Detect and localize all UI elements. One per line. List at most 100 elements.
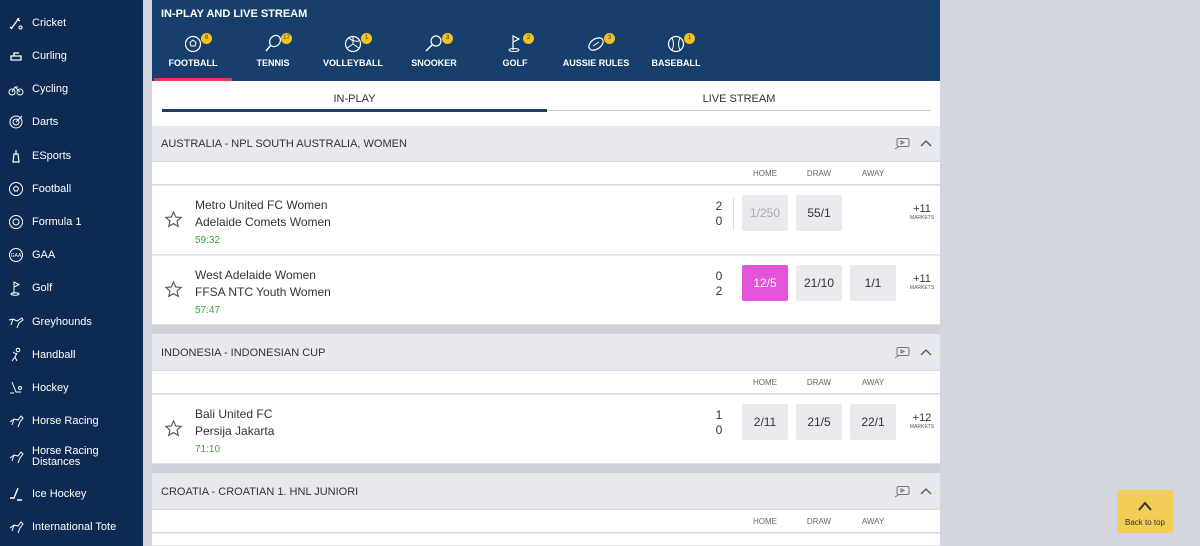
markets-label: MARKETS xyxy=(909,215,935,221)
sidebar-item-esports[interactable]: ESports xyxy=(0,149,143,163)
sidebar-item-label: International Tote xyxy=(32,520,117,533)
sidebar-item-horse-racing-distances[interactable]: Horse Racing Distances xyxy=(0,446,143,468)
cycling-icon xyxy=(8,86,24,96)
football-icon xyxy=(184,35,202,53)
star-icon[interactable] xyxy=(164,280,183,299)
ice-hockey-icon xyxy=(10,487,22,501)
star-icon[interactable] xyxy=(164,419,183,438)
baseball-icon xyxy=(667,35,685,53)
sidebar-item-label: GAA xyxy=(32,248,56,261)
odds-away-button[interactable]: 1/1 xyxy=(850,265,896,301)
odds-home-button[interactable]: 2/11 xyxy=(742,404,788,440)
chevron-up-icon[interactable] xyxy=(920,138,932,148)
page-title: IN-PLAY AND LIVE STREAM xyxy=(161,8,308,20)
odds-draw-button[interactable]: 55/1 xyxy=(796,195,842,231)
darts-icon xyxy=(9,115,23,129)
sport-tab-label: TENNIS xyxy=(256,58,290,68)
col-home: HOME xyxy=(753,169,777,178)
odds-draw-button[interactable]: 21/5 xyxy=(796,404,842,440)
curling-icon xyxy=(10,52,22,61)
sport-tab-aussie-rules[interactable]: 3 AUSSIE RULES xyxy=(560,33,632,81)
sport-tab-volleyball[interactable]: 1 VOLLEYBALL xyxy=(320,33,386,81)
sidebar-item-label-line2: Distances xyxy=(32,456,81,468)
sidebar-item-handball[interactable]: Handball xyxy=(0,347,143,362)
odds-home-button[interactable]: 1/250 xyxy=(742,195,788,231)
sidebar-item-label: Greyhounds xyxy=(32,315,92,328)
sidebar-item-cricket[interactable]: Cricket xyxy=(0,16,143,30)
sidebar-item-ice-hockey[interactable]: Ice Hockey xyxy=(0,487,143,501)
tab-inplay[interactable]: IN-PLAY xyxy=(162,93,547,105)
odds-away-button[interactable]: 22/1 xyxy=(850,404,896,440)
live-stream-icon xyxy=(894,138,910,150)
odds-home-button[interactable]: 12/5 xyxy=(742,265,788,301)
match-row[interactable]: Bali United FC Persija Jakarta 71:10 1 0… xyxy=(152,395,940,464)
sidebar-item-label: Golf xyxy=(32,281,53,294)
sidebar-item-cycling[interactable]: Cycling xyxy=(0,82,143,96)
league-header[interactable]: INDONESIA - INDONESIAN CUP xyxy=(152,335,940,371)
away-score: 2 xyxy=(715,284,723,298)
sidebar-item-label: ESports xyxy=(32,149,72,162)
chevron-up-icon[interactable] xyxy=(920,486,932,496)
star-icon[interactable] xyxy=(164,210,183,229)
match-row[interactable]: West Adelaide Women FFSA NTC Youth Women… xyxy=(152,256,940,325)
inplay-header: IN-PLAY AND LIVE STREAM 8 FOOTBALL 17 TE… xyxy=(152,0,940,81)
tennis-icon xyxy=(265,34,282,52)
sport-tab-golf[interactable]: 2 GOLF xyxy=(490,33,540,81)
sidebar-item-international-tote[interactable]: International Tote xyxy=(0,520,143,534)
tab-live-stream[interactable]: LIVE STREAM xyxy=(547,93,931,105)
sport-count-badge: 3 xyxy=(442,33,453,44)
sidebar-item-formula1[interactable]: Formula 1 xyxy=(0,215,143,229)
more-markets-link[interactable]: +11 MARKETS xyxy=(904,203,940,222)
sidebar-item-horse-racing[interactable]: Horse Racing xyxy=(0,414,143,428)
sport-tab-label: SNOOKER xyxy=(411,58,457,68)
sidebar-item-hockey[interactable]: Hockey xyxy=(0,381,143,395)
golf-icon xyxy=(10,281,21,296)
sidebar-item-darts[interactable]: Darts xyxy=(0,115,143,129)
home-score: 2 xyxy=(715,199,723,213)
league-header[interactable]: AUSTRALIA - NPL SOUTH AUSTRALIA, WOMEN xyxy=(152,126,940,162)
sidebar-item-greyhounds[interactable]: Greyhounds xyxy=(0,315,143,329)
more-markets-link[interactable]: +11 MARKETS xyxy=(904,273,940,292)
sport-tab-label: AUSSIE RULES xyxy=(562,58,630,68)
volleyball-icon xyxy=(344,35,362,53)
horse-racing-icon xyxy=(9,415,24,428)
horse-racing-distances-icon xyxy=(9,451,24,464)
league-header[interactable]: CROATIA - CROATIAN 1. HNL JUNIORI xyxy=(152,474,940,510)
sidebar-item-label: Ice Hockey xyxy=(32,487,87,500)
col-home: HOME xyxy=(753,378,777,387)
match-time: 71:10 xyxy=(195,444,221,455)
back-to-top-button[interactable]: Back to top xyxy=(1117,490,1173,533)
score-divider xyxy=(733,198,734,230)
sport-tab-baseball[interactable]: 1 BASEBALL xyxy=(650,33,702,81)
chevron-up-icon[interactable] xyxy=(920,347,932,357)
sidebar-item-golf[interactable]: Golf xyxy=(0,281,143,296)
sidebar-item-label: Formula 1 xyxy=(32,215,82,228)
match-row[interactable] xyxy=(152,534,940,546)
tab-active-indicator xyxy=(162,109,547,112)
match-row[interactable]: Metro United FC Women Adelaide Comets Wo… xyxy=(152,186,940,255)
home-score: 1 xyxy=(715,408,723,422)
col-draw: DRAW xyxy=(806,169,832,178)
sport-tab-label: VOLLEYBALL xyxy=(323,58,383,68)
svg-text:GAA: GAA xyxy=(11,253,22,259)
away-team-name: Adelaide Comets Women xyxy=(195,215,331,229)
chevron-up-icon xyxy=(1138,501,1152,511)
view-tabs: IN-PLAY LIVE STREAM xyxy=(152,81,940,126)
sport-tab-snooker[interactable]: 3 SNOOKER xyxy=(406,33,462,81)
sport-tab-football[interactable]: 8 FOOTBALL xyxy=(154,33,232,81)
sidebar-item-label: Handball xyxy=(32,348,76,361)
sidebar-item-curling[interactable]: Curling xyxy=(0,49,143,63)
football-icon xyxy=(9,182,23,196)
more-markets-link[interactable]: +12 MARKETS xyxy=(904,412,940,431)
home-team-name: Metro United FC Women xyxy=(195,198,328,212)
sidebar-item-label: Hockey xyxy=(32,381,69,394)
odds-draw-button[interactable]: 21/10 xyxy=(796,265,842,301)
sidebar-item-label: Cricket xyxy=(32,16,67,29)
markets-count: +11 xyxy=(913,203,931,215)
sidebar-item-gaa[interactable]: GAA GAA xyxy=(0,248,143,262)
away-team-name: FFSA NTC Youth Women xyxy=(195,285,331,299)
sport-tab-tennis[interactable]: 17 TENNIS xyxy=(243,33,303,81)
away-score: 0 xyxy=(715,214,723,228)
sidebar-item-football[interactable]: Football xyxy=(0,182,143,196)
sport-tab-label: GOLF xyxy=(502,58,528,68)
